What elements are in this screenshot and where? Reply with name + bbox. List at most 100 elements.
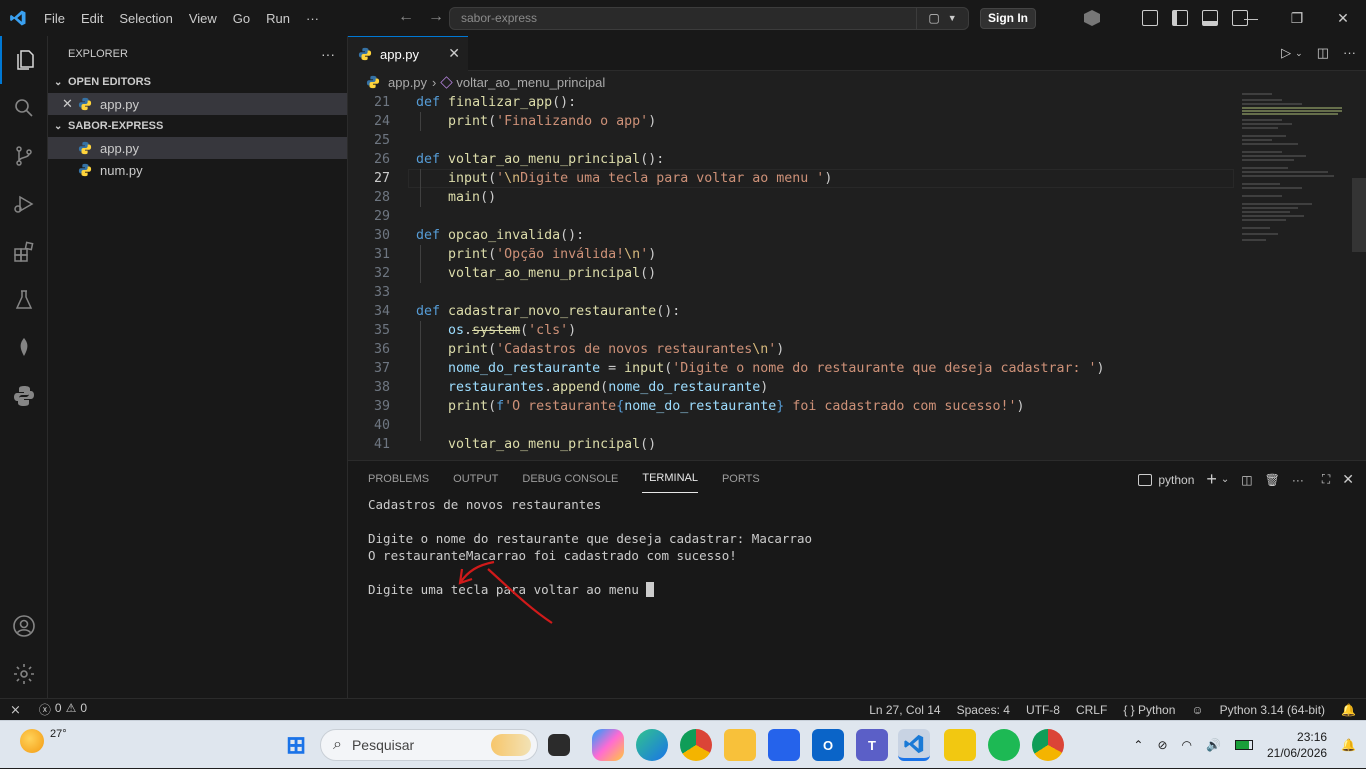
copilot-app-icon[interactable] <box>592 729 624 761</box>
folder-section[interactable]: ⌄ SABOR-EXPRESS <box>48 115 347 137</box>
notifications-bell-icon[interactable]: 🔔 <box>1341 703 1356 717</box>
vscode-logo-icon[interactable] <box>0 0 36 36</box>
menu-run[interactable]: Run <box>258 11 298 26</box>
explorer-icon[interactable] <box>0 36 48 84</box>
split-editor-icon[interactable]: ◫ <box>1317 45 1329 61</box>
windows-start-icon[interactable]: ⊞ <box>280 729 312 761</box>
file-app-py[interactable]: app.py <box>48 137 347 159</box>
menu-view[interactable]: View <box>181 11 225 26</box>
task-view-icon[interactable] <box>548 734 570 756</box>
encoding[interactable]: UTF-8 <box>1026 703 1060 717</box>
python-icon[interactable] <box>0 372 48 420</box>
edge-browser-icon[interactable] <box>636 729 668 761</box>
source-control-icon[interactable] <box>0 132 48 180</box>
chevron-down-icon[interactable]: ⌄ <box>1221 474 1229 485</box>
mongodb-leaf-icon[interactable] <box>0 324 48 372</box>
menu-file[interactable]: File <box>36 11 73 26</box>
toggle-panel-icon[interactable] <box>1202 10 1218 26</box>
command-center-search[interactable]: sabor-express ▢ ▼ <box>449 7 969 30</box>
more-actions-icon[interactable]: ··· <box>1292 473 1304 487</box>
terminal-shell-label[interactable]: python <box>1158 473 1194 487</box>
tab-debug-console[interactable]: DEBUG CONSOLE <box>522 465 618 493</box>
open-editor-app-py[interactable]: ✕ app.py <box>48 93 347 115</box>
forward-arrow-icon[interactable]: → <box>428 8 444 26</box>
indentation[interactable]: Spaces: 4 <box>957 703 1010 717</box>
breadcrumb-file[interactable]: app.py <box>388 75 427 90</box>
copilot-icon[interactable]: ☺ <box>1191 703 1203 717</box>
file-explorer-icon[interactable] <box>724 729 756 761</box>
terminal-line: Digite o nome do restaurante que deseja … <box>368 531 813 546</box>
menu-edit[interactable]: Edit <box>73 11 111 26</box>
maximize-panel-icon[interactable]: ⛶ <box>1322 472 1330 487</box>
run-and-debug-icon[interactable] <box>0 180 48 228</box>
close-icon[interactable]: ✕ <box>1320 0 1366 36</box>
outlook-icon[interactable]: O <box>812 729 844 761</box>
close-icon[interactable]: ✕ <box>62 96 78 112</box>
sign-in-button[interactable]: Sign In <box>980 8 1036 29</box>
tab-problems[interactable]: PROBLEMS <box>368 465 429 493</box>
run-python-file-icon[interactable]: ▷ <box>1281 45 1291 61</box>
weather-widget[interactable]: 27° <box>20 728 67 753</box>
accounts-icon[interactable] <box>1084 10 1100 26</box>
python-interpreter[interactable]: Python 3.14 (64-bit) <box>1220 703 1325 717</box>
language-mode[interactable]: { } Python <box>1123 703 1175 717</box>
editor-scrollbar[interactable] <box>1352 178 1366 252</box>
close-tab-icon[interactable]: ✕ <box>448 45 460 62</box>
chevron-down-icon[interactable]: ⌄ <box>1295 48 1303 61</box>
clock[interactable]: 23:16 21/06/2026 <box>1267 729 1327 761</box>
breadcrumb-symbol[interactable]: voltar_ao_menu_principal <box>456 75 605 90</box>
back-arrow-icon[interactable]: ← <box>398 8 414 26</box>
volume-icon[interactable]: 🔊 <box>1206 738 1221 752</box>
end-of-line[interactable]: CRLF <box>1076 703 1107 717</box>
copilot-chat-button[interactable]: ▢ ▼ <box>916 8 968 29</box>
extensions-icon[interactable] <box>0 228 48 276</box>
customize-layout-icon[interactable] <box>1142 10 1158 26</box>
notification-icon[interactable]: 🔔 <box>1341 738 1356 752</box>
teams-icon[interactable]: T <box>856 729 888 761</box>
problems-indicator[interactable]: ⓧ 0 ⚠ 0 <box>39 701 87 718</box>
restore-icon[interactable]: ❐ <box>1274 0 1320 36</box>
code-line: 27 input('\nDigite uma tecla para voltar… <box>373 171 833 186</box>
menu-selection[interactable]: Selection <box>111 11 180 26</box>
wifi-icon[interactable]: ◠ <box>1182 738 1192 752</box>
taskbar-search[interactable]: ⌕ Pesquisar <box>320 729 538 761</box>
tray-chevron-up-icon[interactable]: ⌃ <box>1133 738 1143 752</box>
search-icon[interactable] <box>0 84 48 132</box>
close-panel-icon[interactable]: ✕ <box>1342 471 1354 488</box>
settings-gear-icon[interactable] <box>0 650 48 698</box>
file-num-py[interactable]: num.py <box>48 159 347 181</box>
menu-more[interactable]: ··· <box>298 11 327 26</box>
power-bi-icon[interactable] <box>944 729 976 761</box>
chrome-icon[interactable] <box>680 729 712 761</box>
status-left: ⨯ ⓧ 0 ⚠ 0 <box>0 701 87 718</box>
more-actions-icon[interactable]: ··· <box>1343 45 1356 61</box>
terminal-output[interactable]: Cadastros de novos restaurantes Digite o … <box>368 496 812 598</box>
explorer-more-button[interactable]: ··· <box>321 46 335 62</box>
tab-terminal[interactable]: TERMINAL <box>642 464 698 493</box>
battery-icon[interactable] <box>1234 740 1253 750</box>
split-terminal-icon[interactable]: ◫ <box>1241 473 1252 487</box>
minimize-icon[interactable]: — <box>1228 0 1274 36</box>
tab-ports[interactable]: PORTS <box>722 465 760 493</box>
file-name: num.py <box>100 162 143 178</box>
network-off-icon[interactable]: ⊘ <box>1157 738 1167 752</box>
toggle-primary-sidebar-icon[interactable] <box>1172 10 1188 26</box>
remote-indicator-icon[interactable]: ⨯ <box>10 702 21 718</box>
tab-output[interactable]: OUTPUT <box>453 465 498 493</box>
layout-controls <box>1084 0 1248 36</box>
tab-app-py[interactable]: app.py ✕ <box>348 36 468 71</box>
account-icon[interactable] <box>0 602 48 650</box>
terminal-line: Cadastros de novos restaurantes <box>368 497 602 512</box>
chrome-profile-icon[interactable] <box>1032 729 1064 761</box>
trash-icon[interactable]: 🗑 <box>1265 473 1280 487</box>
new-terminal-icon[interactable]: + <box>1206 469 1217 490</box>
spotify-icon[interactable] <box>988 729 1020 761</box>
code-editor[interactable]: 21 def finalizar_app(): 24 print('Finaliz… <box>348 93 1238 460</box>
menu-go[interactable]: Go <box>225 11 258 26</box>
testing-flask-icon[interactable] <box>0 276 48 324</box>
cursor-position[interactable]: Ln 27, Col 14 <box>869 703 940 717</box>
vscode-taskbar-icon[interactable] <box>898 729 930 761</box>
open-editors-section[interactable]: ⌄ OPEN EDITORS <box>48 71 347 93</box>
microsoft-store-icon[interactable] <box>768 729 800 761</box>
minimap[interactable] <box>1242 93 1352 273</box>
